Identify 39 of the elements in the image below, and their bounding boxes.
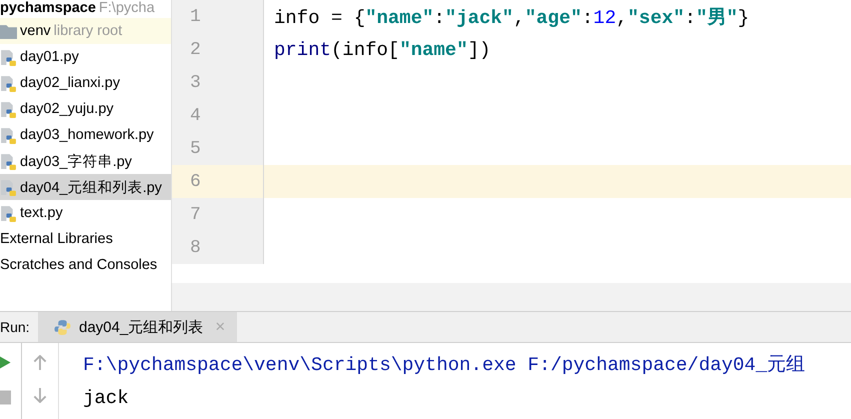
up-arrow-icon[interactable]: [33, 355, 47, 370]
run-tab[interactable]: day04_元组和列表 ×: [38, 312, 238, 342]
python-file-icon: [0, 178, 17, 196]
line-number: 6: [190, 172, 201, 192]
python-file-icon: [0, 74, 17, 92]
tree-item[interactable]: day02_lianxi.py: [20, 75, 120, 91]
python-icon: [54, 318, 71, 336]
down-arrow-icon[interactable]: [33, 388, 47, 403]
root-hint: library root: [54, 23, 122, 39]
line-number: 7: [190, 204, 201, 224]
run-icon[interactable]: [0, 355, 11, 370]
tree-item[interactable]: External Libraries: [0, 231, 113, 247]
line-number: 8: [190, 238, 201, 258]
console-line: F:\pychamspace\venv\Scripts\python.exe F:/pychamspace/day04_元组: [83, 353, 806, 378]
tree-item[interactable]: venv: [20, 23, 51, 39]
python-file-icon: [0, 100, 17, 118]
console-line: jack: [83, 386, 129, 411]
tree-item[interactable]: day03_homework.py: [20, 127, 154, 143]
tree-item[interactable]: day03_字符串.py: [20, 152, 132, 170]
run-label: Run:: [0, 318, 31, 337]
code-line: print(info["name"]): [274, 38, 491, 60]
tree-item[interactable]: day02_yuju.py: [20, 101, 114, 117]
python-file-icon: [0, 204, 17, 222]
line-number: 1: [190, 6, 201, 26]
line-number: 5: [190, 138, 201, 158]
tree-item[interactable]: text.py: [20, 205, 63, 221]
line-number: 2: [190, 40, 201, 60]
stop-icon[interactable]: [0, 390, 11, 405]
code-line: info = {"name":"jack","age":12,"sex":"男"}: [274, 6, 750, 30]
folder-icon: [0, 22, 17, 40]
line-number: 3: [190, 72, 201, 92]
tree-item[interactable]: Scratches and Consoles: [0, 257, 158, 273]
tree-item[interactable]: day01.py: [20, 49, 79, 65]
python-file-icon: [0, 152, 17, 170]
path-hint: F:\pycha: [98, 0, 155, 16]
python-file-icon: [0, 126, 17, 144]
python-file-icon: [0, 48, 17, 66]
line-number: 4: [190, 106, 201, 126]
tree-item[interactable]: pychamspace: [0, 0, 96, 16]
